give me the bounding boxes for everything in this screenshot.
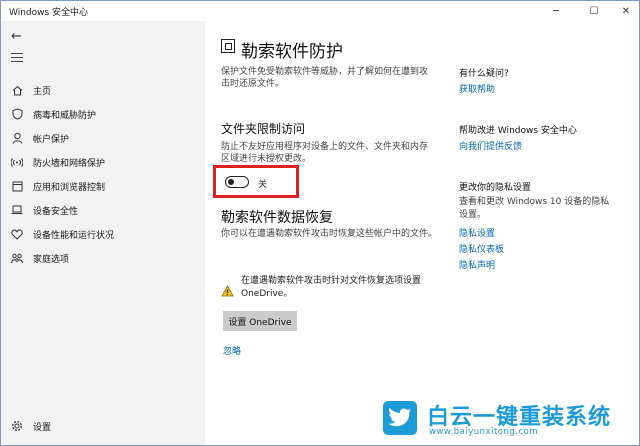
sidebar-item-label: 病毒和威胁防护 [33,110,97,121]
home-icon [1,85,33,96]
sidebar-item-firewall[interactable]: 防火墙和网络保护 [1,151,205,173]
sidebar-item-virus-protection[interactable]: 病毒和威胁防护 [1,103,205,125]
toggle-knob [228,179,234,185]
gear-icon [1,420,33,432]
recovery-desc: 你可以在遭遇勒索软件攻击时恢复这些帐户中的文件。 [221,229,438,239]
close-button[interactable]: ✕ [611,1,640,21]
warning-icon [221,282,234,301]
sidebar-item-label: 设备安全性 [33,206,79,217]
hamburger-menu-icon[interactable] [11,53,23,65]
privacy-desc-line-1: 查看和更改 Windows 10 设备的隐私 [459,197,610,207]
intro-text-line-2: 击时还原文件。 [221,79,285,89]
sidebar-item-device-security[interactable]: 设备安全性 [1,199,205,221]
app-window: Windows 安全中心 ─ ☐ ✕ ← 主页 病毒和威胁防护 帐户保护 防火墙… [0,0,640,446]
back-arrow-icon[interactable]: ← [11,29,22,44]
privacy-statement-link[interactable]: 隐私声明 [459,258,495,271]
sidebar-item-label: 帐户保护 [33,134,70,145]
person-icon [1,132,33,144]
folder-access-heading: 文件夹限制访问 [221,122,306,136]
onedrive-warning: 在遭遇勒索软件攻击时针对文件恢复选项设置 OneDrive。 [241,275,421,301]
watermark-url: www.baiyunxitong.com [429,427,539,437]
bird-logo-icon [383,401,417,435]
sidebar-item-label: 家庭选项 [33,254,70,265]
sidebar-item-account-protection[interactable]: 帐户保护 [1,127,205,149]
privacy-desc-line-2: 设置。 [459,210,487,220]
questions-heading: 有什么疑问? [459,69,509,79]
sidebar-item-app-browser-control[interactable]: 应用和浏览器控制 [1,175,205,197]
sidebar-item-settings[interactable]: 设置 [1,415,205,437]
shield-icon [1,108,33,120]
sidebar-item-label: 应用和浏览器控制 [33,182,106,193]
sidebar: ← 主页 病毒和威胁防护 帐户保护 防火墙和网络保护 应用和浏览器控制 设备安全… [1,21,205,445]
sidebar-item-device-health[interactable]: 设备性能和运行状况 [1,223,205,245]
improve-heading: 帮助改进 Windows 安全中心 [459,126,577,136]
maximize-icon: ☐ [589,5,599,17]
onedrive-warning-line-1: 在遭遇勒索软件攻击时针对文件恢复选项设置 [241,276,422,286]
sidebar-item-label: 防火墙和网络保护 [33,158,106,169]
window-title: Windows 安全中心 [9,8,89,18]
privacy-heading: 更改你的隐私设置 [459,183,532,193]
feedback-link[interactable]: 向我们提供反馈 [459,139,522,152]
wireless-icon [1,157,33,168]
dismiss-link[interactable]: 忽略 [223,344,241,357]
app-window-icon [1,181,33,192]
maximize-button[interactable]: ☐ [579,1,609,21]
setup-onedrive-button[interactable]: 设置 OneDrive [223,311,297,331]
recovery-heading: 勒索软件数据恢复 [221,210,333,226]
privacy-settings-link[interactable]: 隐私设置 [459,226,495,239]
sidebar-item-label: 设置 [33,422,52,433]
get-help-link[interactable]: 获取帮助 [459,82,495,95]
folder-access-desc-line-1: 防止不友好应用程序对设备上的文件、文件夹和内存 [221,142,429,152]
sidebar-item-home[interactable]: 主页 [1,79,205,101]
minimize-button[interactable]: ─ [541,1,571,21]
onedrive-warning-line-2: OneDrive。 [241,289,293,299]
page-title: 勒索软件防护 [241,42,343,62]
family-icon [1,253,33,264]
sidebar-item-family-options[interactable]: 家庭选项 [1,247,205,269]
sidebar-item-label: 设备性能和运行状况 [33,230,115,241]
title-bar: Windows 安全中心 ─ ☐ ✕ [1,1,639,21]
controlled-folder-access-toggle[interactable] [225,176,249,188]
sidebar-item-label: 主页 [33,86,52,97]
intro-text-line-1: 保护文件免受勒索软件等威胁，并了解如何在遭到攻 [221,67,429,77]
watermark: 白云一键重装系统 www.baiyunxitong.com [369,397,631,443]
privacy-dashboard-link[interactable]: 隐私仪表板 [459,242,504,255]
toggle-state-label: 关 [258,180,268,190]
laptop-icon [1,205,33,215]
folder-access-desc-line-2: 区域进行未授权更改。 [221,154,312,164]
heart-icon [1,228,33,240]
ransomware-icon [221,39,235,53]
minimize-icon: ─ [552,5,560,17]
close-icon: ✕ [621,5,631,17]
